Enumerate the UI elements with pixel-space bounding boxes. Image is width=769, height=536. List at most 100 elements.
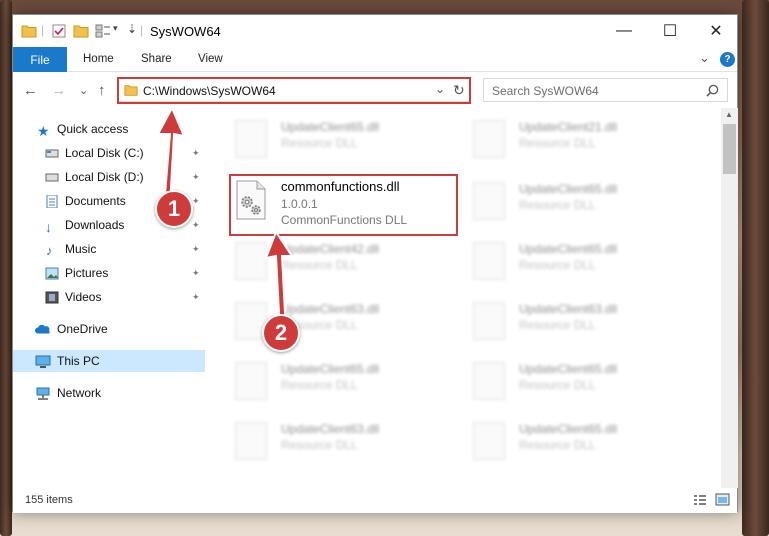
pin-icon[interactable]: ✦ xyxy=(192,220,200,231)
sidebar-item-this-pc[interactable]: This PC xyxy=(13,350,205,372)
explorer-window: | ▾ ⇣ | SysWOW64 — ☐ ✕ File Home Share V… xyxy=(12,14,738,513)
file-description: Resource DLL xyxy=(281,378,358,392)
pc-icon xyxy=(35,355,51,368)
pin-icon[interactable]: ✦ xyxy=(192,172,200,183)
ribbon: File Home Share View ⌄ ? xyxy=(13,47,737,72)
tiles-view-icon[interactable] xyxy=(715,493,730,506)
customize-qa-dropdown[interactable]: ▾ xyxy=(113,23,118,34)
vertical-scrollbar[interactable]: ▲ xyxy=(721,108,738,488)
forward-button[interactable]: → xyxy=(51,82,66,99)
status-bar: 155 items xyxy=(13,488,737,513)
file-description: Resource DLL xyxy=(519,136,596,150)
file-tile[interactable]: UpdateClient63.dll Resource DLL xyxy=(231,416,461,466)
close-button[interactable]: ✕ xyxy=(693,15,739,47)
sidebar-item-onedrive[interactable]: OneDrive xyxy=(13,318,205,340)
file-description: Resource DLL xyxy=(519,258,596,272)
scroll-thumb[interactable] xyxy=(723,124,736,174)
customize-qa-icon[interactable]: ⇣ xyxy=(127,22,137,36)
sidebar-item-label: This PC xyxy=(57,354,100,368)
sidebar-item-label: Videos xyxy=(65,290,102,304)
file-tile[interactable]: UpdateClient21.dll Resource DLL xyxy=(469,114,699,164)
scroll-up-icon[interactable]: ▲ xyxy=(725,110,733,119)
file-tile[interactable]: UpdateClient63.dll Resource DLL xyxy=(469,296,699,346)
file-tile[interactable]: UpdateClient65.dll Resource DLL xyxy=(231,356,461,406)
search-icon[interactable] xyxy=(706,84,719,97)
file-tile[interactable]: UpdateClient65.dll Resource DLL xyxy=(469,236,699,286)
title-bar: | ▾ ⇣ | SysWOW64 — ☐ ✕ xyxy=(13,15,737,47)
search-input[interactable]: Search SysWOW64 xyxy=(492,84,599,98)
sidebar-item-label: Pictures xyxy=(65,266,109,280)
background-trunk xyxy=(0,0,12,536)
drive-icon xyxy=(45,173,59,181)
dll-file-icon xyxy=(473,422,505,460)
tab-home[interactable]: Home xyxy=(83,53,114,65)
tab-view[interactable]: View xyxy=(198,53,223,65)
sidebar-item-videos[interactable]: Videos ✦ xyxy=(13,286,205,308)
pin-icon[interactable]: ✦ xyxy=(192,292,200,303)
pin-icon[interactable]: ✦ xyxy=(192,244,200,255)
details-view-icon[interactable] xyxy=(693,494,707,506)
up-button[interactable]: ↑ xyxy=(98,82,106,99)
sidebar-item-label: Network xyxy=(57,386,102,400)
folder-icon xyxy=(21,25,37,38)
callout-badge-1: 1 xyxy=(155,190,193,228)
new-folder-icon[interactable] xyxy=(73,23,89,39)
background-trunk xyxy=(742,0,769,536)
star-icon: ★ xyxy=(37,122,50,139)
recent-locations-button[interactable]: ⌄ xyxy=(79,84,88,97)
file-description: Resource DLL xyxy=(281,438,358,452)
file-tile[interactable]: UpdateClient65.dll Resource DLL xyxy=(469,416,699,466)
sidebar-item-label: Local Disk (C:) xyxy=(65,146,144,160)
sidebar-item-label: Quick access xyxy=(57,122,129,136)
expand-ribbon-icon[interactable]: ⌄ xyxy=(699,50,710,66)
separator: | xyxy=(140,23,144,37)
drive-icon xyxy=(45,149,59,157)
pin-icon[interactable]: ✦ xyxy=(192,148,200,159)
sidebar-item-pictures[interactable]: Pictures ✦ xyxy=(13,262,205,284)
file-name: UpdateClient65.dll xyxy=(519,422,618,436)
sidebar-item-network[interactable]: Network xyxy=(13,382,205,404)
file-name: UpdateClient65.dll xyxy=(281,362,380,376)
file-description: Resource DLL xyxy=(281,136,358,150)
tab-file[interactable]: File xyxy=(13,47,67,72)
dll-file-icon xyxy=(473,302,505,340)
address-row: ← → ⌄ ↑ C:\Windows\SysWOW64 ⌄ ↻ Search S… xyxy=(13,72,737,108)
tab-share[interactable]: Share xyxy=(141,53,172,65)
file-name: UpdateClient63.dll xyxy=(519,302,618,316)
file-tile[interactable]: UpdateClient65.dll Resource DLL xyxy=(469,356,699,406)
file-name: UpdateClient63.dll xyxy=(281,422,380,436)
file-name: UpdateClient65.dll xyxy=(519,242,618,256)
minimize-button[interactable]: — xyxy=(601,15,647,47)
item-count: 155 items xyxy=(25,494,73,506)
callout-badge-2: 2 xyxy=(262,314,300,352)
music-icon: ♪ xyxy=(46,242,53,258)
pictures-icon xyxy=(45,267,59,279)
file-name: UpdateClient21.dll xyxy=(519,120,618,134)
dll-file-icon xyxy=(235,362,267,400)
dll-file-icon xyxy=(473,120,505,158)
file-description: Resource DLL xyxy=(519,378,596,392)
pin-icon[interactable]: ✦ xyxy=(192,268,200,279)
help-icon[interactable]: ? xyxy=(720,52,735,67)
view-options-icon[interactable] xyxy=(95,23,111,39)
file-tile[interactable]: UpdateClient65.dll Resource DLL xyxy=(231,114,461,164)
file-name: UpdateClient65.dll xyxy=(519,362,618,376)
search-box[interactable]: Search SysWOW64 xyxy=(483,78,728,102)
maximize-button[interactable]: ☐ xyxy=(647,15,693,47)
sidebar-item-music[interactable]: ♪ Music ✦ xyxy=(13,238,205,260)
address-highlight xyxy=(117,77,471,104)
back-button[interactable]: ← xyxy=(23,82,38,99)
properties-icon[interactable] xyxy=(51,23,67,39)
separator: | xyxy=(41,23,45,37)
dll-file-icon xyxy=(235,120,267,158)
file-tile[interactable]: UpdateClient65.dll Resource DLL xyxy=(469,176,699,226)
sidebar-item-label: Local Disk (D:) xyxy=(65,170,144,184)
file-description: Resource DLL xyxy=(519,198,596,212)
sidebar-item-label: OneDrive xyxy=(57,322,108,336)
downloads-icon: ↓ xyxy=(45,218,52,235)
pin-icon[interactable]: ✦ xyxy=(192,196,200,207)
sidebar-item-label: Downloads xyxy=(65,218,125,232)
sidebar-item-label: Documents xyxy=(65,194,126,208)
dll-file-icon xyxy=(473,362,505,400)
network-icon xyxy=(36,387,50,400)
